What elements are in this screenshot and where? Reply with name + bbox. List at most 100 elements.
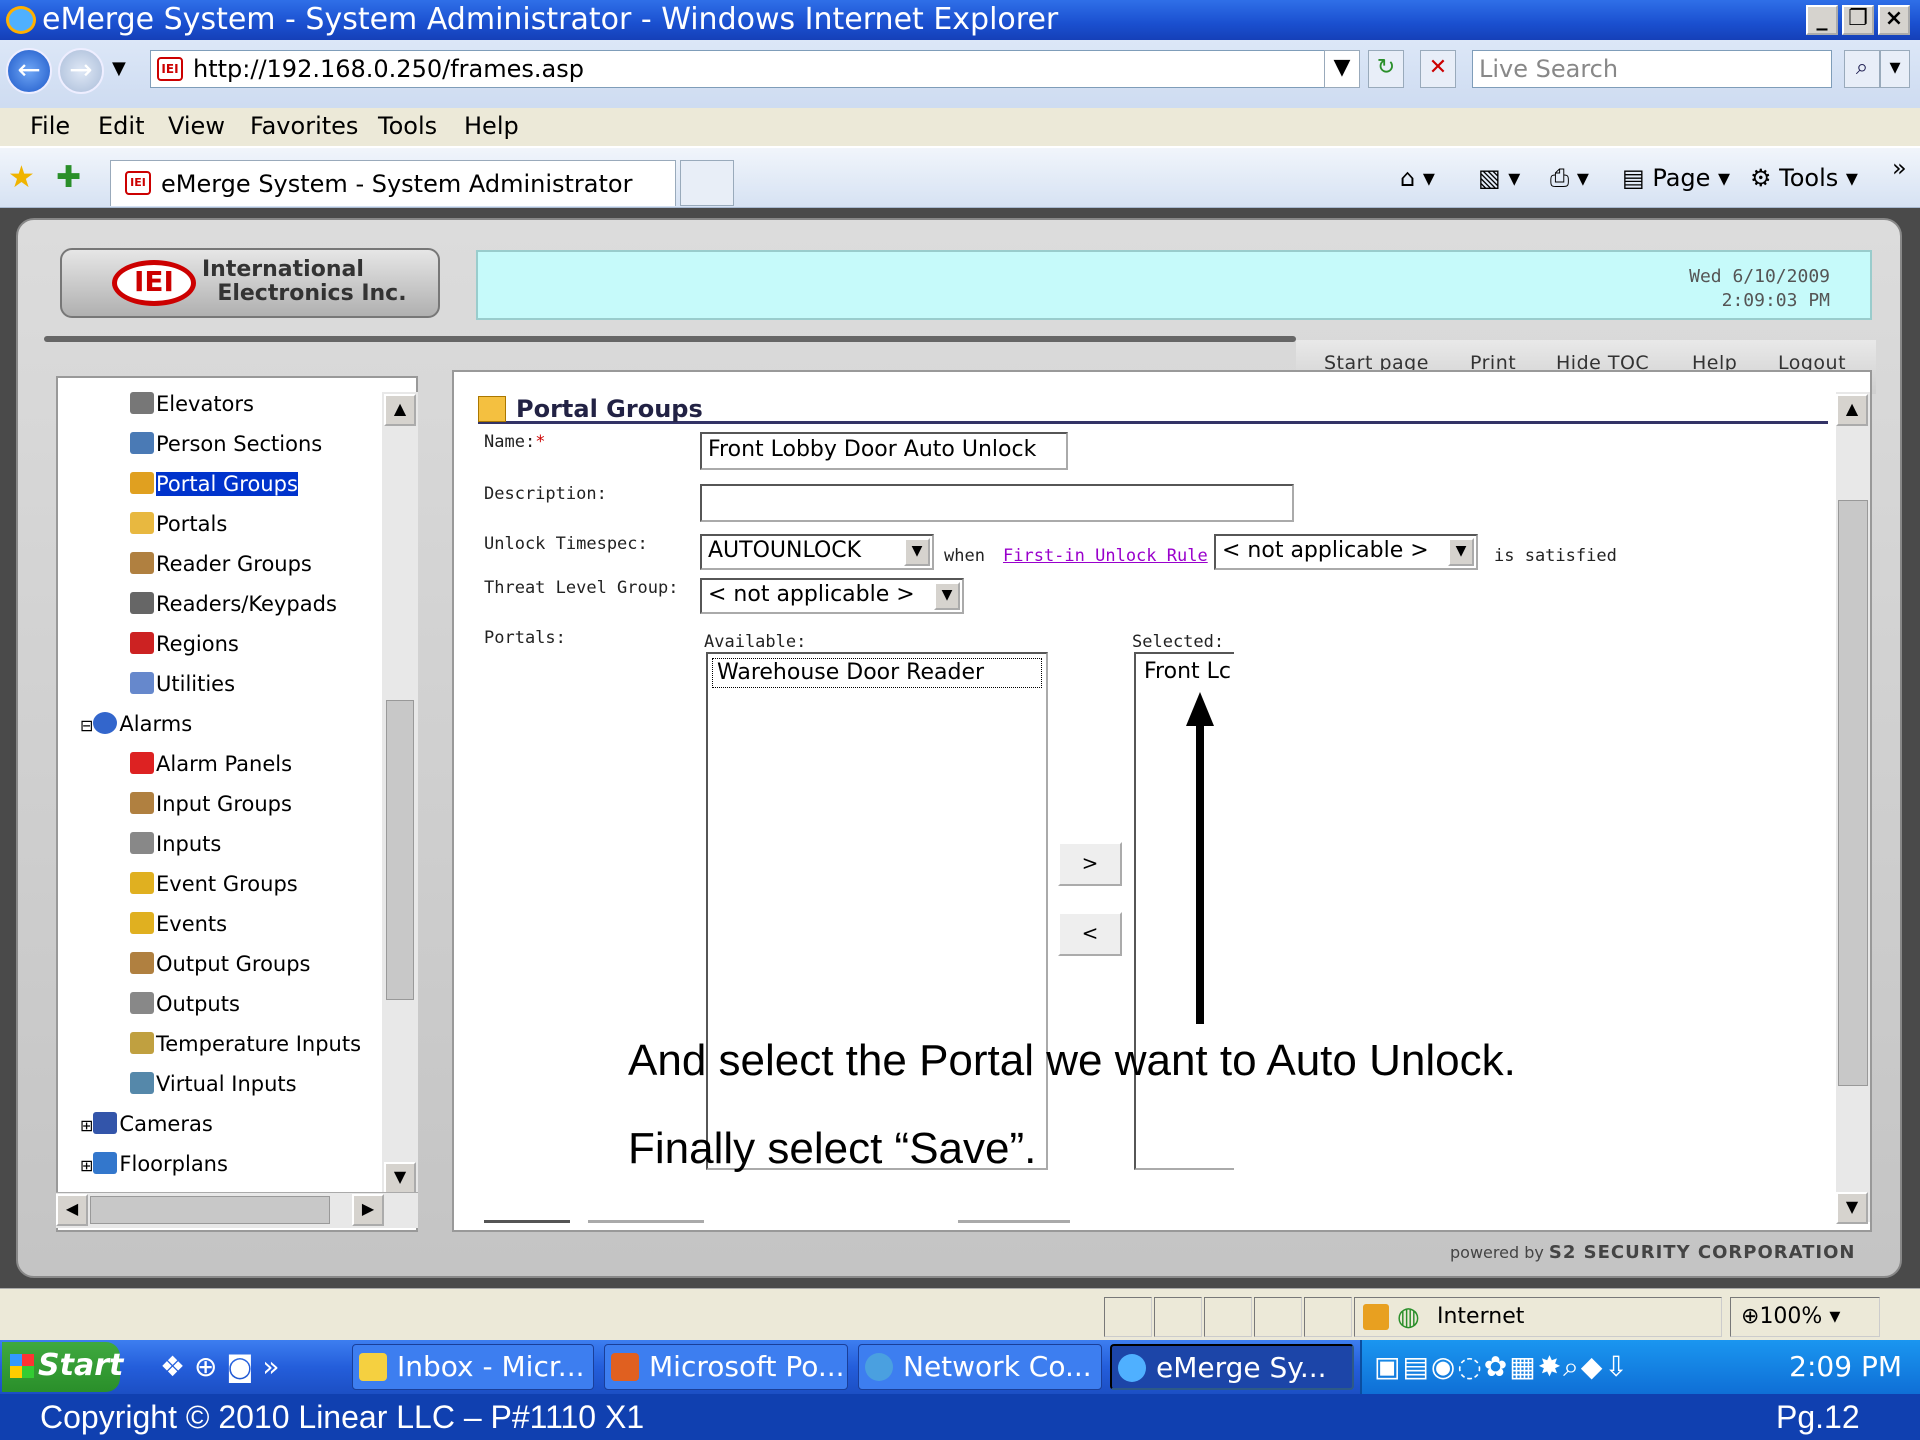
start-label: Start [38,1348,124,1383]
tray-icons[interactable]: ▣▤◉◌✿▦✸⌕◆⇩ [1374,1350,1630,1384]
toc-group-alarms[interactable]: ⊟ Alarms [80,706,192,742]
toc-item-portal-groups[interactable]: Portal Groups [130,466,298,502]
header-date: Wed 6/10/2009 [1689,266,1830,287]
toc-item-alarm-panels[interactable]: Alarm Panels [130,746,292,782]
menu-favorites[interactable]: Favorites [250,108,358,144]
start-button[interactable]: Start [2,1342,124,1392]
browser-tab[interactable]: IEI eMerge System - System Administrator [110,160,676,206]
toc-scroll-left-icon[interactable]: ◀ [56,1194,88,1226]
minimize-button[interactable]: _ [1806,5,1838,35]
quicklaunch-icons[interactable]: ❖ ⊕ ◙ » [160,1350,280,1383]
search-icon[interactable]: ⌕ [1844,50,1880,88]
toc-item-elevators[interactable]: Elevators [130,386,254,422]
toc-item-inputs[interactable]: Inputs [130,826,221,862]
chevron-down-icon[interactable]: ▼ [934,582,960,610]
unlock-rule-select[interactable]: < not applicable > ▼ [1214,534,1478,570]
toc-item-temperature-inputs[interactable]: Temperature Inputs [130,1026,361,1062]
home-icon[interactable]: ⌂ ▾ [1400,160,1435,196]
menu-file[interactable]: File [30,108,70,144]
content-scroll-down-icon[interactable]: ▼ [1836,1192,1868,1224]
toc-hscroll-thumb[interactable] [90,1196,330,1224]
address-url: http://192.168.0.250/frames.asp [193,55,584,83]
menu-edit[interactable]: Edit [98,108,144,144]
task-emerge[interactable]: eMerge Sy... [1110,1344,1354,1390]
protected-mode-icon [1363,1304,1389,1330]
toc-label: Floorplans [119,1152,228,1176]
selected-portals-list[interactable]: Front Lc [1134,652,1234,1170]
menu-view[interactable]: View [168,108,225,144]
chevron-down-icon[interactable]: ▼ [904,538,930,566]
toc-item-portals[interactable]: Portals [130,506,227,542]
available-portals-list[interactable]: Warehouse Door Reader [706,652,1048,1170]
toc-item-output-groups[interactable]: Output Groups [130,946,311,982]
toc-item-events[interactable]: Events [130,906,227,942]
refresh-icon[interactable]: ↻ [1368,50,1404,88]
content-scroll-up-icon[interactable]: ▲ [1836,394,1868,426]
toc-scroll-thumb[interactable] [386,700,414,1000]
add-favorite-icon[interactable]: ✚ [56,160,81,195]
toc-item-reader-groups[interactable]: Reader Groups [130,546,312,582]
toc-label: Cameras [119,1112,213,1136]
task-powerpoint[interactable]: Microsoft Po... [604,1344,848,1390]
toolbar-overflow-icon[interactable]: » [1892,150,1907,186]
zoom-level[interactable]: ⊕100% ▾ [1730,1297,1880,1337]
content-scroll-thumb[interactable] [1838,500,1868,1086]
first-in-unlock-rule-link[interactable]: First-in Unlock Rule [1003,546,1208,566]
toc-item-virtual-inputs[interactable]: Virtual Inputs [130,1066,297,1102]
address-dropdown-icon[interactable]: ▼ [1324,50,1360,88]
input-groups-icon [130,792,154,814]
menu-tools[interactable]: Tools [378,108,437,144]
tools-menu[interactable]: ⚙ Tools ▾ [1750,160,1858,196]
toc-item-utilities[interactable]: Utilities [130,666,235,702]
iei-logo-mark: IEI [112,260,196,306]
toc-label: Temperature Inputs [156,1032,362,1056]
maximize-button[interactable]: ❐ [1842,5,1874,35]
ie-icon [1118,1354,1146,1382]
toc-scroll-up-icon[interactable]: ▲ [384,394,416,426]
toc-item-person-sections[interactable]: Person Sections [130,426,322,462]
toc-item-regions[interactable]: Regions [130,626,239,662]
page-menu[interactable]: ▤ Page ▾ [1622,160,1730,196]
feeds-icon[interactable]: ▧ ▾ [1478,160,1520,196]
menu-help[interactable]: Help [464,108,519,144]
tools-menu-label: Tools [1779,164,1839,192]
favorites-star-icon[interactable]: ★ [8,160,35,195]
toc-scroll-right-icon[interactable]: ▶ [352,1194,384,1226]
search-options-icon[interactable]: ▾ [1880,50,1910,88]
toc-group-floorplans[interactable]: ⊞ Floorplans [80,1146,228,1182]
toc-scroll-down-icon[interactable]: ▼ [384,1162,416,1194]
description-field[interactable] [700,484,1294,522]
toc-group-cameras[interactable]: ⊞ Cameras [80,1106,213,1142]
back-button[interactable]: ← [6,48,52,94]
unlock-timespec-select[interactable]: AUTOUNLOCK ▼ [700,534,934,570]
taskbar: Start ❖ ⊕ ◙ » Inbox - Micr... Microsoft … [0,1340,1920,1394]
arrow-shaft [1196,718,1204,1024]
task-network[interactable]: Network Co... [858,1344,1102,1390]
name-field[interactable]: Front Lobby Door Auto Unlock [700,432,1068,470]
search-input[interactable]: Live Search [1472,50,1832,88]
address-bar[interactable]: IEI http://192.168.0.250/frames.asp [150,50,1330,88]
header-banner: Wed 6/10/2009 2:09:03 PM [476,250,1872,320]
stop-icon[interactable]: ✕ [1420,50,1456,88]
history-dropdown-icon[interactable]: ▼ [112,58,126,79]
toc-item-event-groups[interactable]: Event Groups [130,866,298,902]
expand-icon[interactable]: ⊞ [80,1116,93,1135]
toc-item-input-groups[interactable]: Input Groups [130,786,292,822]
threat-level-select[interactable]: < not applicable > ▼ [700,578,964,614]
toc-item-readers-keypads[interactable]: Readers/Keypads [130,586,337,622]
forward-button[interactable]: → [58,48,104,94]
available-portal-item[interactable]: Warehouse Door Reader [712,658,1042,688]
selected-portal-item[interactable]: Front Lc [1140,658,1231,686]
task-inbox[interactable]: Inbox - Micr... [352,1344,594,1390]
expand-icon[interactable]: ⊞ [80,1156,93,1175]
remove-portal-button[interactable]: < [1058,912,1122,956]
close-window-button[interactable]: × [1878,5,1910,35]
task-label: eMerge Sy... [1156,1351,1327,1384]
chevron-down-icon[interactable]: ▼ [1448,538,1474,566]
collapse-icon[interactable]: ⊟ [80,716,93,735]
toc-item-outputs[interactable]: Outputs [130,986,240,1022]
new-tab-button[interactable] [680,160,734,206]
print-icon[interactable]: ⎙ ▾ [1550,160,1589,196]
security-zone[interactable]: ◍ Internet [1354,1297,1722,1337]
add-portal-button[interactable]: > [1058,842,1122,886]
